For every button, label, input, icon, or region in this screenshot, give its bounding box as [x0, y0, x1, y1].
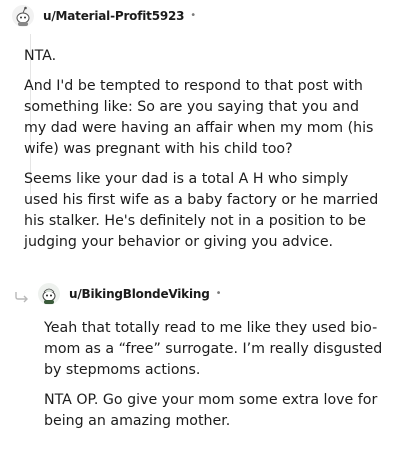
comment-paragraph: Yeah that totally read to me like they u…: [44, 320, 383, 378]
comment-paragraph: NTA OP. Go give your mom some extra love…: [44, 392, 378, 429]
reply-comment: u/BikingBlondeViking • Yeah that totally…: [0, 278, 400, 429]
username[interactable]: u/Material-Profit5923: [43, 9, 184, 23]
comment-paragraph: Seems like your dad is a total A H who s…: [24, 171, 379, 250]
comment-body: NTA. And I'd be tempted to respond to th…: [24, 46, 384, 262]
snoo-avatar-icon[interactable]: [38, 283, 60, 305]
comment-body: Yeah that totally read to me like they u…: [44, 318, 384, 441]
snoo-avatar-icon[interactable]: [12, 5, 34, 27]
comment: u/Material-Profit5923 • NTA. And I'd be …: [0, 0, 400, 250]
separator-dot: •: [190, 9, 197, 21]
separator-dot: •: [215, 287, 222, 299]
reply-arrow-icon: [14, 288, 30, 303]
comment-header: u/BikingBlondeViking •: [0, 278, 400, 310]
comment-paragraph: NTA.: [24, 48, 57, 64]
comment-paragraph: And I'd be tempted to respond to that po…: [24, 78, 374, 157]
username[interactable]: u/BikingBlondeViking: [69, 287, 210, 301]
comment-header: u/Material-Profit5923 •: [0, 0, 400, 32]
